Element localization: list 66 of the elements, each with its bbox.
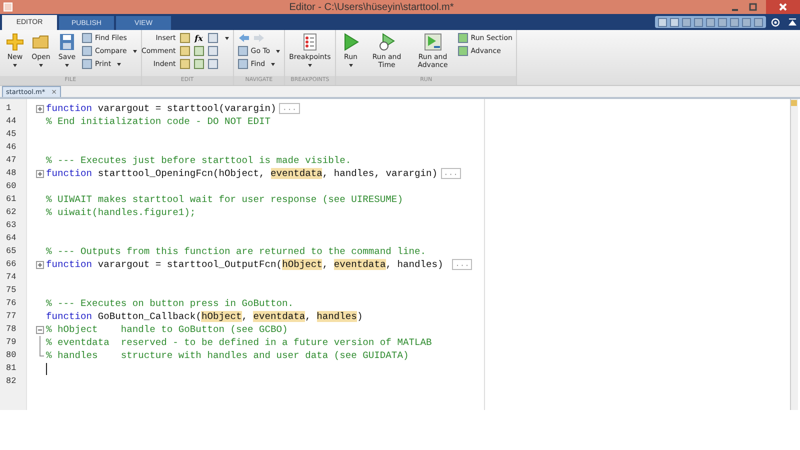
tool-icon[interactable] <box>208 33 218 43</box>
code-line: % --- Executes on button press in GoButton. <box>46 298 294 309</box>
code-line: % End initialization code - DO NOT EDIT <box>46 116 271 127</box>
tool-icon[interactable] <box>208 59 218 69</box>
line-number: 46 <box>5 141 18 154</box>
function-button[interactable]: fx <box>194 33 204 43</box>
back-arrow-icon[interactable] <box>238 33 250 43</box>
code-line: function varargout = starttool_OutputFcn(hObject, eventdata, handles) <box>46 259 444 270</box>
line-number: 48 <box>5 167 18 180</box>
line-number: 63 <box>5 219 18 232</box>
line-number: 45 <box>5 128 18 141</box>
collapse-icon[interactable] <box>36 326 44 334</box>
code-line: % handles structure with handles and user data (see GUIDATA) <box>46 350 409 361</box>
expand-icon[interactable] <box>36 104 44 112</box>
line-number: 44 <box>5 115 18 128</box>
window-title: Editor - C:\Users\hüseyin\starttool.m* <box>288 2 455 12</box>
line-number: 62 <box>5 206 18 219</box>
code-line: % uiwait(handles.figure1); <box>46 207 196 218</box>
close-button[interactable] <box>766 0 800 14</box>
close-icon <box>778 2 788 12</box>
line-number: 66 <box>5 258 18 271</box>
tool-icon[interactable] <box>194 59 204 69</box>
line-number: 81 <box>5 362 18 375</box>
tool-icon <box>458 33 468 43</box>
code-line: function varargout = starttool(varargin) <box>46 103 276 114</box>
line-number: 75 <box>5 284 18 297</box>
line-number: 82 <box>5 375 18 388</box>
code-line: function starttool_OpeningFcn(hObject, eventdata, handles, varargin) <box>46 168 438 179</box>
code-line: % eventdata reserved - to be defined in a future version of MATLAB <box>46 337 432 348</box>
tool-icon[interactable] <box>180 59 190 69</box>
line-number: 61 <box>5 193 18 206</box>
maximize-icon[interactable] <box>748 2 758 12</box>
line-number: 79 <box>5 336 18 349</box>
scrollbar[interactable] <box>790 99 798 410</box>
line-number: 80 <box>5 349 18 362</box>
help-icon[interactable] <box>771 18 780 26</box>
plus-icon <box>6 33 24 51</box>
line-number: 76 <box>5 297 18 310</box>
expand-icon[interactable] <box>36 260 44 268</box>
expand-icon[interactable] <box>36 170 44 178</box>
code-line: % UIWAIT makes starttool wait for user response (see UIRESUME) <box>46 194 403 205</box>
line-number: 1 <box>5 102 12 115</box>
line-number: 78 <box>5 323 18 336</box>
tool-icon[interactable] <box>180 46 190 56</box>
list-icon <box>300 33 319 51</box>
code-line: function GoButton_Callback(hObject, eventdata, handles) <box>46 311 363 322</box>
tool-icon[interactable] <box>208 46 218 56</box>
caret-icon[interactable] <box>224 36 229 40</box>
code-line: % --- Executes just before starttool is made visible. <box>46 155 352 166</box>
line-number: 47 <box>5 154 18 167</box>
play-icon <box>342 33 360 51</box>
code-line: % hObject handle to GoButton (see GCBO) <box>46 324 288 335</box>
line-number: 74 <box>5 271 18 284</box>
folder-icon <box>32 33 50 51</box>
app-icon <box>3 2 13 12</box>
tool-icon <box>238 59 248 69</box>
tool-icon[interactable] <box>180 33 190 43</box>
line-number: 60 <box>5 180 18 193</box>
tool-icon <box>238 46 248 56</box>
line-number: 65 <box>5 245 18 258</box>
code-line: % --- Outputs from this function are returned to the command line. <box>46 246 426 257</box>
play-clock-icon <box>378 33 396 51</box>
line-number: 64 <box>5 232 18 245</box>
tool-icon[interactable] <box>194 46 204 56</box>
tool-icon <box>458 46 468 56</box>
line-number: 77 <box>5 310 18 323</box>
